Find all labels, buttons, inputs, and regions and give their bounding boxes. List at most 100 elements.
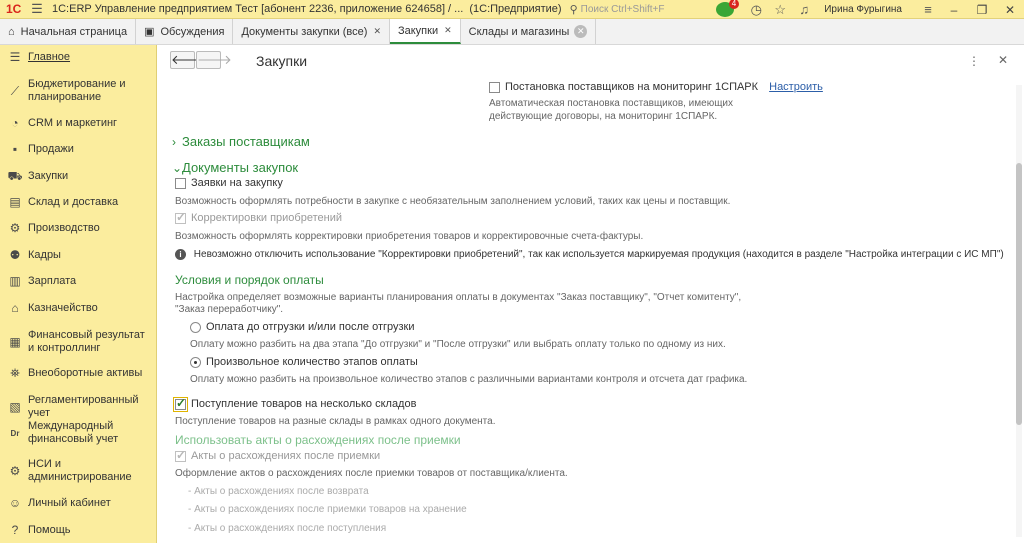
- restore-icon[interactable]: ❐: [968, 3, 996, 17]
- notifications-icon[interactable]: 4: [716, 0, 740, 17]
- sidebar-item-finance[interactable]: ▦ Финансовый результат и контроллинг: [0, 329, 154, 355]
- sidebar-item-label: Внеоборотные активы: [28, 367, 143, 379]
- close-icon[interactable]: ✕: [574, 25, 588, 38]
- corrections-hint: Возможность оформлять корректировки прио…: [175, 231, 644, 242]
- sidebar-item-budgeting[interactable]: ⟋ Бюджетирование и планирование: [0, 78, 142, 104]
- vertical-scrollbar[interactable]: [1016, 85, 1022, 537]
- app-title: 1С:ERP Управление предприятием Тест [або…: [52, 3, 464, 15]
- tab-bar: ⌂ Начальная страница ▣ Обсуждения Докуме…: [0, 19, 1024, 45]
- multi-warehouse-label: Поступление товаров на несколько складов: [191, 398, 417, 411]
- spark-checkbox[interactable]: [489, 81, 500, 93]
- requests-label: Заявки на закупку: [191, 177, 283, 190]
- radio-two-stage[interactable]: [190, 321, 201, 333]
- requests-checkbox[interactable]: [175, 177, 186, 189]
- settings-menu-icon[interactable]: ≡: [916, 2, 940, 17]
- acts-checkbox[interactable]: [175, 448, 186, 462]
- sidebar-item-label: Регламентированный учет: [28, 394, 139, 419]
- bell-icon[interactable]: ♫: [792, 2, 816, 17]
- spark-hint-1: Автоматическая постановка поставщиков, и…: [489, 98, 734, 109]
- radio-two-stage-hint: Оплату можно разбить на два этапа "До от…: [190, 339, 726, 350]
- sidebar-item-label: Помощь: [28, 524, 71, 536]
- radio-any-stages[interactable]: [190, 356, 201, 368]
- minimize-icon[interactable]: –: [940, 3, 968, 17]
- sidebar-item-warehouse[interactable]: ▤ Склад и доставка: [0, 196, 122, 209]
- section-purchase-docs[interactable]: ⌄Документы закупок: [172, 160, 298, 175]
- tab-label: Начальная страница: [20, 25, 128, 38]
- info-message: i Невозможно отключить использование "Ко…: [175, 249, 1004, 260]
- sidebar-item-sales[interactable]: ▪ Продажи: [0, 143, 78, 156]
- sidebar-item-label: CRM и маркетинг: [28, 117, 118, 129]
- search-placeholder: Поиск Ctrl+Shift+F: [580, 3, 665, 15]
- chevron-right-icon: ›: [172, 135, 176, 149]
- history-icon[interactable]: ◷: [744, 2, 768, 18]
- acts-title: Использовать акты о расхождениях после п…: [175, 433, 461, 447]
- truck-icon: ▤: [9, 195, 21, 209]
- chevron-down-icon: ⌄: [172, 161, 183, 175]
- corrections-checkbox[interactable]: [175, 210, 186, 224]
- spark-settings-link[interactable]: Настроить: [769, 81, 823, 93]
- section-title: Документы закупок: [182, 160, 299, 175]
- sidebar-item-account[interactable]: ☺ Личный кабинет: [0, 497, 115, 510]
- sidebar-item-label: Международный финансовый учет: [28, 420, 119, 445]
- sidebar-item-help[interactable]: ? Помощь: [0, 524, 75, 537]
- user-name[interactable]: Ирина Фурыгина: [824, 4, 902, 15]
- payment-hint-2: "Заказ переработчику".: [175, 304, 284, 315]
- sales-icon: ▪: [12, 142, 18, 156]
- finance-icon: ▦: [9, 334, 21, 349]
- chart-icon: ⟋: [10, 83, 20, 98]
- scrollbar-thumb[interactable]: [1016, 163, 1022, 425]
- close-form-icon[interactable]: ✕: [998, 53, 1008, 67]
- sidebar-item-purchases[interactable]: ⛟ Закупки: [0, 170, 72, 183]
- page-title: Закупки: [256, 53, 308, 69]
- forward-button[interactable]: 🡒: [196, 51, 232, 69]
- sidebar-item-crm[interactable]: ◔ CRM и маркетинг: [0, 117, 121, 130]
- sidebar-item-ifrs[interactable]: Dr Международный финансовый учет: [0, 420, 142, 446]
- back-button[interactable]: 🡐: [170, 51, 206, 69]
- tab-purchase-docs[interactable]: Документы закупки (все) ✕: [233, 19, 390, 44]
- sidebar-item-label: Казначейство: [28, 302, 98, 314]
- tab-purchases[interactable]: Закупки ✕: [389, 19, 461, 44]
- sidebar-item-production[interactable]: ⚙ Производство: [0, 222, 104, 235]
- form-area: 🡐 🡒 Закупки ⋮ ✕ Постановка поставщиков н…: [158, 45, 1024, 543]
- spark-label: Постановка поставщиков на мониторинг 1СП…: [505, 81, 759, 94]
- radio-any-stages-hint: Оплату можно разбить на произвольное кол…: [190, 374, 748, 385]
- spark-hint-2: действующие договоры, на мониторинг 1СПА…: [489, 111, 718, 122]
- salary-icon: ▥: [9, 274, 21, 288]
- tab-home[interactable]: ⌂ Начальная страница: [0, 19, 137, 44]
- sidebar-item-label: Закупки: [28, 170, 69, 182]
- sidebar-item-regulated-accounting[interactable]: ▧ Регламентированный учет: [0, 394, 156, 420]
- production-icon: ⚙: [9, 221, 21, 235]
- multi-warehouse-checkbox[interactable]: [173, 396, 188, 412]
- info-text: Невозможно отключить использование "Корр…: [193, 249, 1004, 261]
- radio-two-stage-label: Оплата до отгрузки и/или после отгрузки: [206, 321, 415, 334]
- close-icon[interactable]: ✕: [444, 25, 452, 36]
- sidebar-item-main[interactable]: ☰ Главное: [0, 51, 74, 64]
- sidebar-item-hr[interactable]: ⚉ Кадры: [0, 249, 65, 262]
- acts-hint: Оформление актов о расхождениях после пр…: [175, 468, 568, 479]
- close-icon[interactable]: ✕: [373, 26, 381, 37]
- star-icon[interactable]: ☆: [768, 2, 792, 18]
- close-window-icon[interactable]: ✕: [996, 3, 1024, 17]
- user-icon: ☺: [8, 496, 22, 510]
- sidebar-item-treasury[interactable]: ⌂ Казначейство: [0, 302, 102, 315]
- section-supplier-orders[interactable]: › Заказы поставщикам: [172, 134, 310, 149]
- tab-discussions[interactable]: ▣ Обсуждения: [136, 19, 234, 44]
- sidebar-item-label: НСИ и администрирование: [28, 458, 132, 483]
- requests-hint: Возможность оформлять потребности в заку…: [175, 196, 731, 207]
- sidebar-item-salary[interactable]: ▥ Зарплата: [0, 275, 80, 288]
- tab-warehouses[interactable]: Склады и магазины ✕: [461, 19, 597, 44]
- tab-label: Закупки: [397, 24, 439, 37]
- radio-any-stages-label: Произвольное количество этапов оплаты: [206, 356, 418, 369]
- main-menu-icon[interactable]: ☰: [28, 1, 46, 17]
- gear-icon: ⚙: [9, 463, 21, 478]
- form-header: 🡐 🡒 Закупки ⋮ ✕: [158, 45, 1024, 77]
- radio-two-stage-row: Оплата до отгрузки и/или после отгрузки: [190, 321, 415, 333]
- app-logo: 1С: [6, 2, 22, 16]
- tab-label: Документы закупки (все): [241, 25, 368, 38]
- more-icon[interactable]: ⋮: [968, 54, 980, 68]
- sidebar-item-admin[interactable]: ⚙ НСИ и администрирование: [0, 458, 142, 484]
- acts-sub-item: - Акты о расхождениях после возврата: [188, 486, 369, 497]
- sidebar-item-label: Зарплата: [28, 275, 77, 287]
- crm-icon: ◔: [11, 116, 19, 130]
- sidebar-item-fixed-assets[interactable]: ⛯ Внеоборотные активы: [0, 367, 146, 380]
